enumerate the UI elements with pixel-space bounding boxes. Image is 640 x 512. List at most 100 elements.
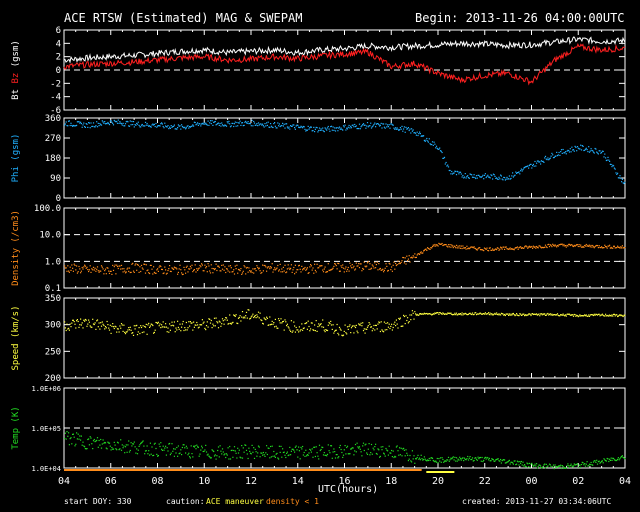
y-tick-label: 90 xyxy=(50,174,61,184)
data-point xyxy=(338,126,341,128)
data-point xyxy=(539,315,541,317)
data-point xyxy=(294,264,296,266)
data-point xyxy=(621,178,623,180)
data-point xyxy=(387,450,389,452)
data-point xyxy=(623,182,625,185)
data-point xyxy=(608,460,610,463)
data-point xyxy=(173,125,175,127)
data-point xyxy=(177,124,179,126)
data-point xyxy=(358,447,360,449)
data-point xyxy=(621,247,623,249)
data-point xyxy=(304,128,306,130)
data-point xyxy=(434,243,436,246)
data-point xyxy=(427,140,429,142)
data-point xyxy=(241,273,243,275)
data-point xyxy=(565,467,567,469)
data-point xyxy=(256,123,258,125)
data-point xyxy=(520,246,522,248)
data-point xyxy=(540,465,542,467)
data-point xyxy=(180,449,182,451)
data-point xyxy=(295,271,297,273)
data-point xyxy=(290,454,292,456)
data-point xyxy=(340,448,342,451)
data-point xyxy=(312,267,314,269)
data-point xyxy=(215,458,217,460)
data-point xyxy=(531,167,533,169)
data-point xyxy=(322,319,324,321)
data-point xyxy=(146,445,148,447)
data-point xyxy=(504,177,506,179)
data-point xyxy=(80,270,82,272)
data-point xyxy=(262,264,264,266)
data-point xyxy=(344,445,346,447)
data-point xyxy=(603,156,605,158)
data-point xyxy=(188,127,190,129)
data-point xyxy=(181,323,183,325)
data-point xyxy=(247,121,249,123)
data-point xyxy=(529,313,531,315)
data-point xyxy=(411,130,413,132)
data-point xyxy=(132,262,134,264)
data-point xyxy=(266,122,268,124)
data-point xyxy=(253,122,256,124)
data-point xyxy=(192,124,194,126)
data-point xyxy=(484,173,486,175)
data-point xyxy=(196,444,198,446)
data-point xyxy=(121,124,123,126)
data-point xyxy=(303,268,305,270)
data-point xyxy=(269,126,271,128)
data-point xyxy=(345,453,347,455)
data-point xyxy=(562,148,564,151)
data-point xyxy=(393,456,395,459)
data-point xyxy=(559,154,561,156)
data-point xyxy=(64,123,66,125)
data-point xyxy=(117,442,119,444)
data-point xyxy=(324,331,326,333)
data-point xyxy=(294,446,296,448)
data-point xyxy=(80,318,82,320)
data-point xyxy=(159,125,161,127)
data-point xyxy=(447,459,449,461)
data-point xyxy=(308,128,310,130)
data-point xyxy=(358,263,360,265)
data-point xyxy=(376,453,378,455)
data-point xyxy=(67,435,69,437)
data-point xyxy=(359,128,361,130)
data-point xyxy=(262,323,264,325)
data-point xyxy=(69,266,71,268)
data-point xyxy=(521,170,523,172)
data-point xyxy=(109,324,111,326)
data-point xyxy=(108,122,110,125)
y-tick-label: 6 xyxy=(56,26,61,36)
data-point xyxy=(147,269,149,271)
data-point xyxy=(224,266,226,268)
data-point xyxy=(85,319,87,321)
data-point xyxy=(104,270,106,272)
data-point xyxy=(450,312,452,314)
data-point xyxy=(189,457,191,459)
data-point xyxy=(290,320,292,322)
data-point xyxy=(195,448,197,450)
data-point xyxy=(88,321,90,323)
data-point xyxy=(483,174,486,176)
data-point xyxy=(268,266,270,268)
data-point xyxy=(188,321,190,323)
data-point xyxy=(392,450,394,452)
data-point xyxy=(111,121,113,123)
data-point xyxy=(97,446,99,448)
data-point xyxy=(572,149,575,151)
data-point xyxy=(88,122,90,124)
x-tick-label: 04 xyxy=(58,476,70,487)
data-point xyxy=(220,450,222,452)
data-point xyxy=(154,329,156,331)
y-axis-label: Bt Bz (gsm) xyxy=(11,40,21,100)
data-point xyxy=(82,268,84,270)
data-point xyxy=(234,265,236,267)
data-point xyxy=(586,461,588,463)
data-point xyxy=(342,454,345,456)
data-point xyxy=(215,263,217,265)
data-point xyxy=(540,163,542,165)
data-point xyxy=(343,449,345,451)
data-point xyxy=(262,451,264,454)
x-tick-label: 06 xyxy=(105,476,117,487)
